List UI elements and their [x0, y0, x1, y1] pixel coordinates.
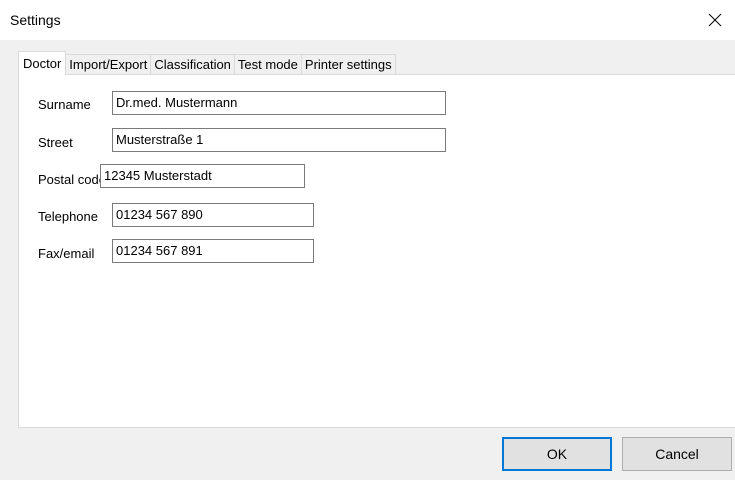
tab-import-export[interactable]: Import/Export [65, 54, 152, 75]
ok-button[interactable]: OK [502, 437, 612, 471]
doctor-panel: Surname Dr.med. Mustermann Street Muster… [18, 74, 735, 428]
close-icon [708, 13, 722, 27]
window-title: Settings [10, 12, 61, 28]
tab-strip: Doctor Import/Export Classification Test… [18, 51, 396, 75]
tab-doctor[interactable]: Doctor [18, 51, 67, 75]
postal-code-label: Postal code [38, 172, 102, 187]
title-bar: Settings [0, 0, 735, 40]
street-field[interactable]: Musterstraße 1 [112, 128, 446, 152]
telephone-label: Telephone [38, 209, 98, 224]
cancel-button[interactable]: Cancel [622, 437, 732, 471]
settings-dialog: Settings Doctor Import/Export Classifica… [0, 0, 735, 480]
tab-printer-settings[interactable]: Printer settings [300, 54, 396, 75]
telephone-field[interactable]: 01234 567 890 [112, 203, 314, 227]
tab-test-mode[interactable]: Test mode [233, 54, 302, 75]
street-label: Street [38, 135, 73, 150]
fax-email-label: Fax/email [38, 246, 95, 261]
surname-label: Surname [38, 97, 91, 112]
fax-email-field[interactable]: 01234 567 891 [112, 239, 314, 263]
close-button[interactable] [695, 0, 735, 40]
postal-code-field[interactable]: 12345 Musterstadt [100, 164, 305, 188]
tab-classification[interactable]: Classification [150, 54, 235, 75]
surname-field[interactable]: Dr.med. Mustermann [112, 91, 446, 115]
